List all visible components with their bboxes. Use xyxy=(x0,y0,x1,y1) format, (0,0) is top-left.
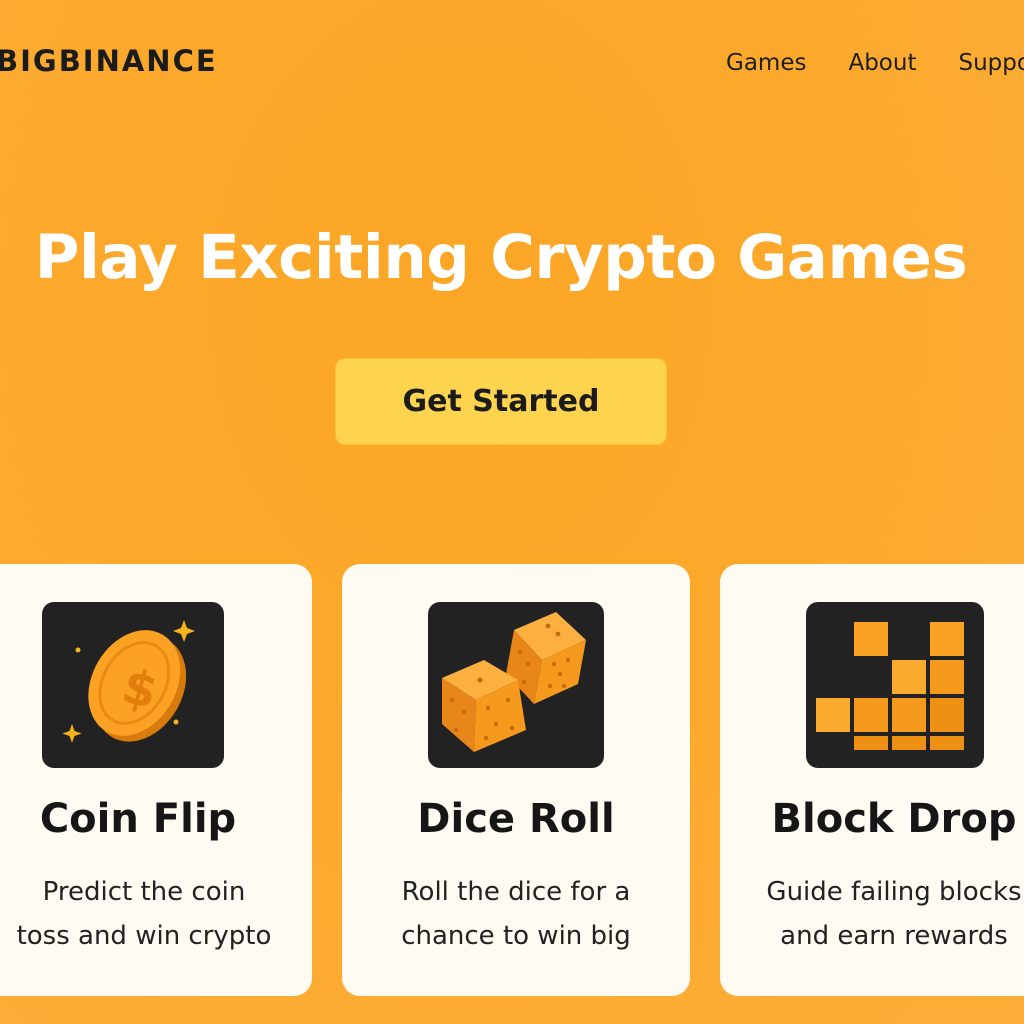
game-card-block-drop[interactable]: Block Drop Guide failing blocks and earn… xyxy=(720,564,1024,996)
logo[interactable]: BIGBINANCE xyxy=(0,44,218,78)
card-description: Predict the coin toss and win crypto xyxy=(6,870,282,958)
card-title: Block Drop xyxy=(771,796,1017,842)
card-description-line: Guide failing blocks xyxy=(766,877,1022,907)
hero-title: Play Exciting Crypto Games xyxy=(34,222,968,293)
card-title: Coin Flip xyxy=(39,796,237,842)
dice-icon xyxy=(428,602,604,768)
coin-icon: $ xyxy=(42,602,224,768)
game-card-coin-flip[interactable]: $ Coin Flip Predict the coin toss and wi… xyxy=(0,564,312,996)
card-description-line: chance to win big xyxy=(401,921,631,951)
card-description-line: and earn rewards xyxy=(780,921,1008,951)
game-card-dice-roll[interactable]: Dice Roll Roll the dice for a chance to … xyxy=(342,564,690,996)
card-description: Roll the dice for a chance to win big xyxy=(342,870,690,958)
nav-games[interactable]: Games xyxy=(726,50,806,76)
nav-support[interactable]: Suppo xyxy=(958,50,1024,76)
nav-about[interactable]: About xyxy=(848,50,916,76)
top-nav: Games About Suppo xyxy=(726,50,1024,76)
card-description-line: Roll the dice for a xyxy=(401,877,631,907)
card-description-line: Predict the coin xyxy=(42,877,246,907)
get-started-button[interactable]: Get Started xyxy=(335,358,667,445)
card-description: Guide failing blocks and earn rewards xyxy=(720,870,1024,958)
card-description-line: toss and win crypto xyxy=(16,921,272,951)
card-title: Dice Roll xyxy=(417,796,615,842)
blocks-icon xyxy=(806,602,984,768)
